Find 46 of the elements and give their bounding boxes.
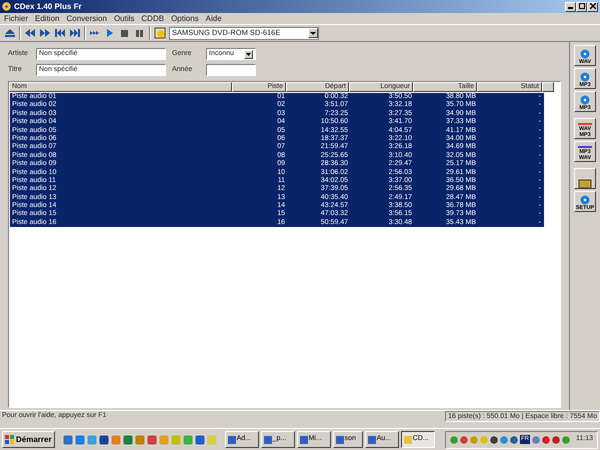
database-icon xyxy=(578,178,592,188)
menu-item[interactable]: Edition xyxy=(35,14,60,24)
maximize-button[interactable] xyxy=(576,2,587,12)
eject-icon[interactable] xyxy=(4,27,16,39)
disc-icon xyxy=(578,72,592,82)
menu-item[interactable]: CDDB xyxy=(141,14,164,24)
close-icon xyxy=(590,3,596,10)
window-icon xyxy=(336,436,344,444)
disc-icon xyxy=(578,95,592,105)
skip-back-icon[interactable] xyxy=(54,27,66,39)
app-icon[interactable] xyxy=(62,434,73,444)
app-icon[interactable] xyxy=(122,434,133,444)
windows-logo-icon xyxy=(5,435,14,444)
window-title: CDex 1.40 Plus Fr xyxy=(14,0,82,12)
app-icon[interactable] xyxy=(194,434,205,444)
window-icon xyxy=(228,436,236,444)
menu-item[interactable]: Options xyxy=(171,14,199,24)
start-button[interactable]: Démarrer xyxy=(2,431,55,448)
cd-icon xyxy=(2,2,11,11)
rewind-icon[interactable] xyxy=(24,27,36,39)
menu-item[interactable]: Aide xyxy=(206,14,222,24)
close-button[interactable] xyxy=(587,2,598,12)
disc-refresh-icon[interactable] xyxy=(154,27,166,39)
app-icon[interactable] xyxy=(74,434,85,444)
skip-forward-icon[interactable] xyxy=(69,27,81,39)
app-icon[interactable] xyxy=(146,434,157,444)
disc-icon xyxy=(578,49,592,59)
year-field[interactable] xyxy=(206,64,256,76)
column-header[interactable] xyxy=(542,82,554,92)
menu-item[interactable]: Conversion xyxy=(66,14,107,24)
menu-item[interactable]: Fichier xyxy=(4,14,28,24)
window-icon xyxy=(264,436,272,444)
dropdown-arrow-icon xyxy=(245,51,252,58)
encode-button[interactable] xyxy=(574,168,596,189)
window-icon xyxy=(404,436,412,444)
maximize-icon xyxy=(578,3,584,10)
app-icon[interactable] xyxy=(98,434,109,444)
dropdown-arrow-icon xyxy=(309,29,317,37)
stop-icon[interactable] xyxy=(119,27,131,39)
fast-forward-icon[interactable] xyxy=(39,27,51,39)
disc-icon xyxy=(578,195,592,205)
minimize-button[interactable] xyxy=(565,2,576,12)
window-icon xyxy=(368,436,376,444)
window-icon xyxy=(300,436,308,444)
pause-icon[interactable] xyxy=(134,27,146,39)
menu-item[interactable]: Outils xyxy=(114,14,134,24)
